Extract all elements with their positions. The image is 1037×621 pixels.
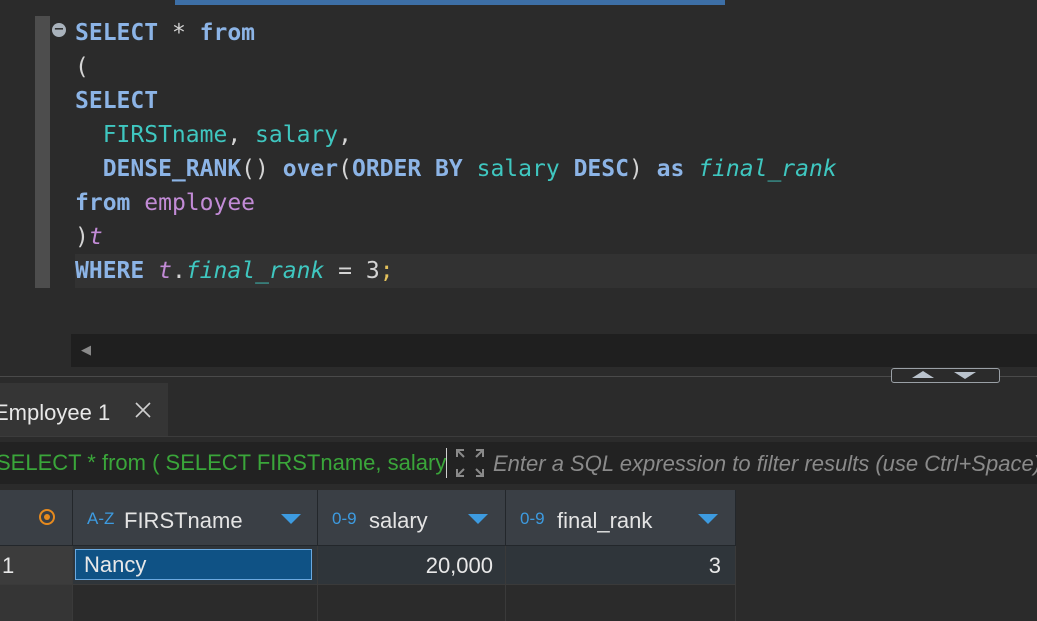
sql-code[interactable]: SELECT * from(SELECT FIRSTname, salary, … [75,16,1037,288]
editor-horizontal-scrollbar[interactable]: ◀ [71,334,1037,367]
number-type-icon: 0-9 [332,509,357,528]
code-token: ( [75,54,89,80]
code-token: over [282,156,339,182]
code-token: * [158,20,200,46]
code-token: , [227,122,256,148]
code-token: . [171,258,186,284]
column-header-final-rank[interactable]: 0-9 final_rank [506,490,736,546]
code-line[interactable]: )t [75,220,1037,254]
code-token: SELECT [75,88,159,114]
code-token: t [88,224,103,250]
code-line[interactable]: FIRSTname, salary, [75,118,1037,152]
select-all-icon[interactable] [39,509,55,525]
empty-grid-area [73,585,318,621]
code-token: FIRSTname [75,122,228,148]
code-token: ( [338,156,352,182]
active-editor-tab-indicator[interactable] [175,0,725,5]
number-type-icon: 0-9 [520,509,545,528]
scroll-left-arrow-icon[interactable]: ◀ [81,342,91,358]
column-name: final_rank [557,508,653,533]
code-line[interactable]: DENSE_RANK() over(ORDER BY salary DESC) … [75,152,1037,186]
code-line[interactable]: SELECT [75,84,1037,118]
tab-employee-1[interactable]: Employee 1 [0,383,168,436]
cell-final-rank[interactable]: 3 [506,546,736,585]
code-token: , [338,122,352,148]
row-number[interactable]: 1 [0,546,73,585]
empty-grid-area [318,585,506,621]
chevron-down-icon[interactable] [281,514,301,524]
splitter-handle[interactable] [891,368,1000,383]
code-token: employee [144,190,256,216]
filter-placeholder: Enter a SQL expression to filter results… [493,451,1037,476]
code-token: t [158,258,172,284]
code-line[interactable]: ( [75,50,1037,84]
column-header-firstname[interactable]: A-Z FIRSTname [73,490,318,546]
code-token: ; [379,258,394,284]
code-token: salary [476,156,560,182]
code-line[interactable]: from employee [75,186,1037,220]
cell-salary[interactable]: 20,000 [318,546,506,585]
fold-collapse-icon[interactable]: − [52,23,66,37]
code-token: as [656,156,685,182]
selected-cell[interactable]: Nancy [75,549,312,580]
chevron-down-icon[interactable] [698,514,718,524]
code-token: final_rank [698,156,837,182]
restore-editor-icon[interactable] [954,372,976,379]
tab-label: Employee 1 [0,400,111,425]
code-token: ) [628,156,657,182]
results-tab-strip: Employee 1 [0,383,1037,437]
code-token: DENSE_RANK [75,156,242,182]
text-type-icon: A-Z [87,509,115,528]
code-line[interactable]: SELECT * from [75,16,1037,50]
code-token: SELECT [75,20,159,46]
code-line[interactable]: WHERE t.final_rank = 3; [75,254,1037,288]
code-token: from [199,20,256,46]
code-token: DESC [573,156,629,182]
filter-separator [446,448,447,478]
maximize-results-icon[interactable] [912,371,934,378]
chevron-down-icon[interactable] [468,514,488,524]
code-token: salary [255,122,339,148]
column-name: salary [369,508,428,533]
query-text: SELECT * from ( SELECT FIRSTname, salary [0,450,446,475]
results-grid[interactable]: A-Z FIRSTname 0-9 salary 0-9 final_rank … [0,490,1037,621]
code-token: final_rank [185,258,325,284]
column-name: FIRSTname [124,508,243,533]
column-header-salary[interactable]: 0-9 salary [318,490,506,546]
code-token: WHERE [75,258,145,284]
sql-editor[interactable]: − SELECT * from ( SELECT FIRSTname, salary… [0,6,1037,376]
cell-firstname[interactable]: Nancy [73,546,318,585]
code-token: () [241,156,283,182]
empty-grid-area [506,585,736,621]
code-token: ) [75,224,89,250]
empty-rownum-area [0,585,73,621]
close-icon[interactable] [133,400,153,420]
filter-expression-input[interactable]: Enter a SQL expression to filter results… [493,442,1037,484]
grid-corner[interactable] [0,490,73,546]
code-token: ORDER BY [351,156,463,182]
panel-splitter[interactable] [0,376,1037,383]
code-token: from [75,190,131,216]
statement-gutter-marker [35,16,50,288]
results-filter-bar: SELECT * from ( SELECT FIRSTname, salary… [0,442,1037,484]
code-token: = 3 [324,258,380,284]
expand-icon[interactable] [455,448,485,478]
